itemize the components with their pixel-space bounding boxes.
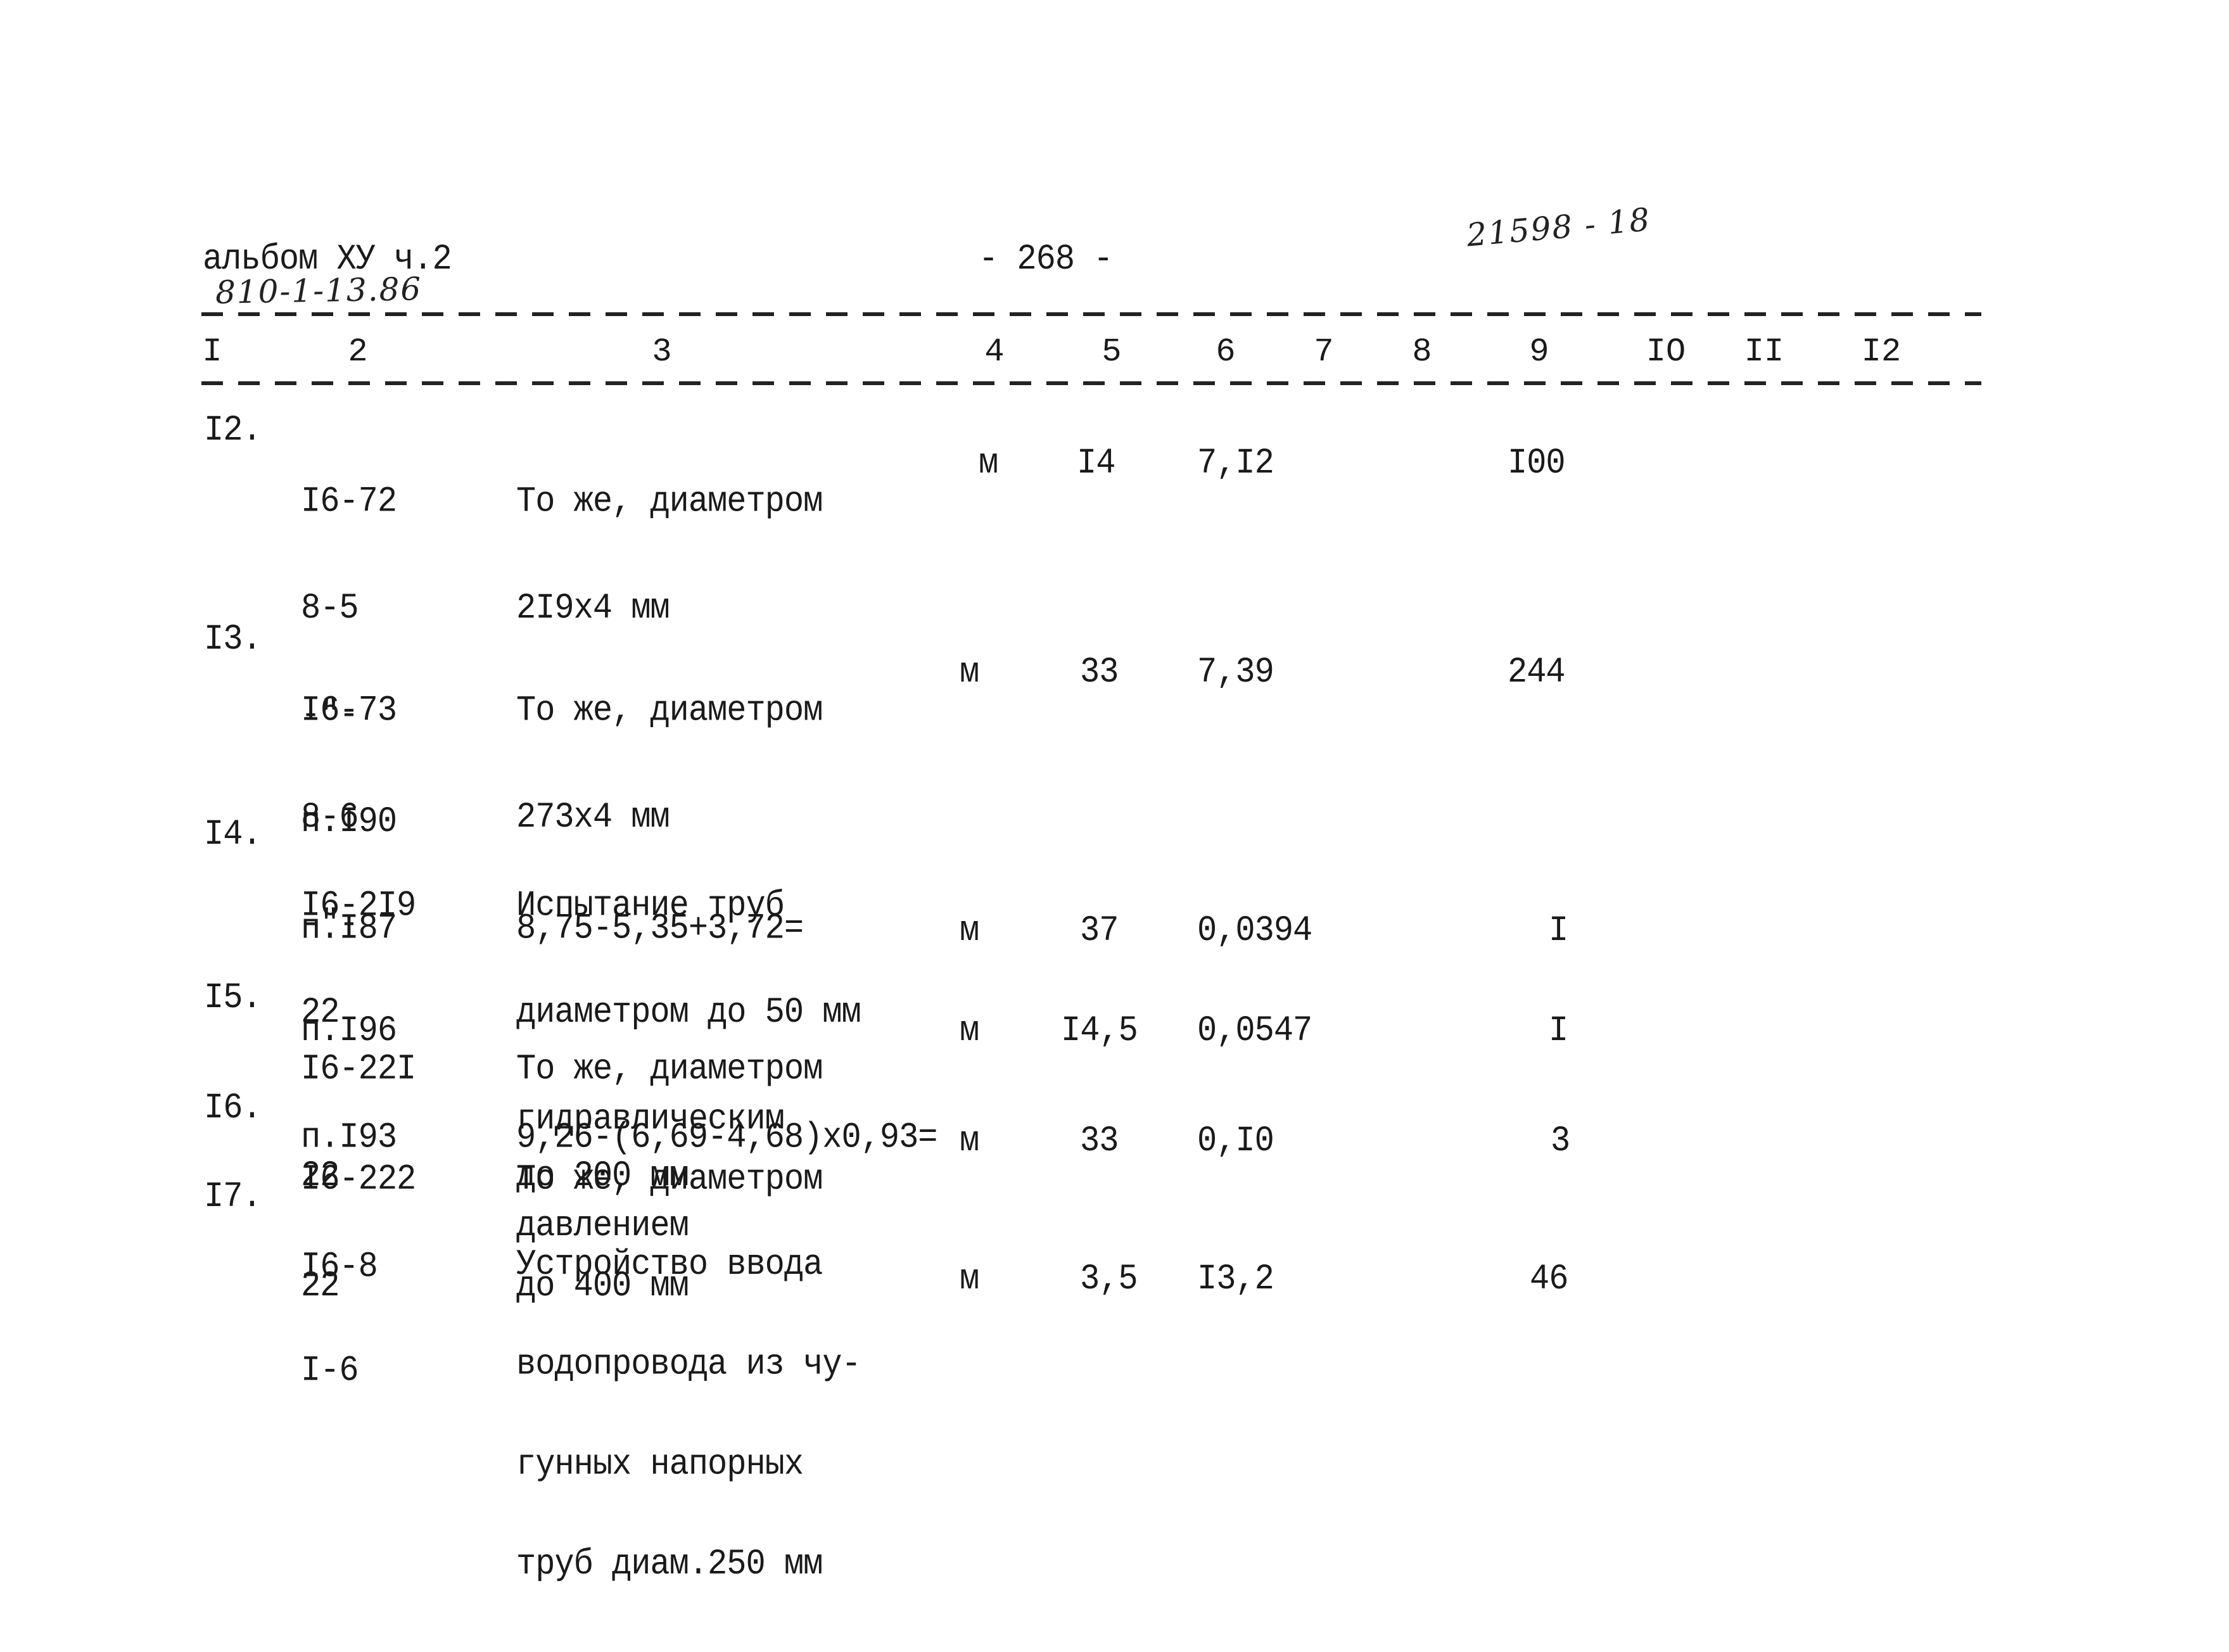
code-line: I6-2I9 bbox=[301, 886, 416, 926]
unit: м bbox=[960, 1010, 979, 1052]
column-header-5: 5 bbox=[1102, 333, 1122, 371]
total-cost: 46 bbox=[1530, 1259, 1568, 1300]
unit-price: 7,39 bbox=[1197, 652, 1274, 693]
row-number: I3. bbox=[204, 619, 262, 660]
unit-price: I3,2 bbox=[1197, 1259, 1274, 1300]
code-line: I6-72 bbox=[301, 481, 397, 522]
column-header-6: 6 bbox=[1216, 333, 1236, 371]
unit-price: 0,0394 bbox=[1197, 910, 1312, 951]
total-cost: 3 bbox=[1551, 1121, 1570, 1162]
unit: м bbox=[960, 1259, 979, 1300]
code-line: I-6 bbox=[301, 1350, 359, 1391]
total-cost: I00 bbox=[1508, 443, 1566, 484]
norm-reference: I6-8 I-6 bbox=[301, 1179, 378, 1459]
header-bottom-rule bbox=[201, 381, 1981, 385]
desc-line: Устройство ввода bbox=[516, 1244, 823, 1285]
row-number: I4. bbox=[204, 814, 262, 855]
desc-line: гунных напорных bbox=[516, 1444, 804, 1485]
desc-line: То же, диаметром bbox=[516, 1049, 823, 1090]
column-header-9: 9 bbox=[1529, 333, 1549, 371]
desc-line: То же, диаметром bbox=[516, 481, 823, 522]
unit-price: 0,I0 bbox=[1197, 1121, 1274, 1162]
quantity: 33 bbox=[1080, 652, 1119, 693]
code-line: I6-8 bbox=[301, 1246, 378, 1287]
work-description: Устройство ввода водопровода из чу- гунн… bbox=[516, 1179, 861, 1650]
row-number: I6. bbox=[204, 1088, 262, 1129]
unit: м bbox=[979, 443, 998, 484]
unit: м bbox=[960, 1121, 979, 1162]
row-number: I7. bbox=[204, 1176, 262, 1217]
desc-line: труб диам.250 мм bbox=[516, 1544, 823, 1585]
project-code-handwritten: 810-1-13.86 bbox=[215, 270, 422, 311]
unit: м bbox=[960, 910, 979, 951]
code-line: I6-73 bbox=[301, 690, 397, 731]
code-line: 8-5 bbox=[301, 588, 359, 629]
unit-price: 7,I2 bbox=[1197, 443, 1274, 484]
column-header-7: 7 bbox=[1314, 333, 1334, 371]
quantity: I4 bbox=[1077, 443, 1115, 484]
row-number: I2. bbox=[204, 410, 262, 451]
column-header-1: I bbox=[202, 333, 222, 371]
total-cost: I bbox=[1549, 910, 1568, 951]
quantity: 37 bbox=[1080, 910, 1119, 951]
unit: м bbox=[960, 652, 979, 693]
column-header-11: II bbox=[1744, 333, 1784, 371]
total-cost: I bbox=[1549, 1010, 1568, 1052]
column-header-3: 3 bbox=[652, 333, 672, 371]
quantity: 3,5 bbox=[1080, 1259, 1138, 1300]
total-cost: 244 bbox=[1508, 652, 1566, 693]
column-header-10: IO bbox=[1646, 333, 1686, 371]
column-header-12: I2 bbox=[1861, 333, 1902, 371]
column-header-8: 8 bbox=[1412, 333, 1432, 371]
desc-line: Испытание труб bbox=[516, 886, 785, 926]
quantity: 33 bbox=[1080, 1121, 1119, 1162]
code-line: I6-22I bbox=[301, 1049, 416, 1090]
page-number: - 268 - bbox=[979, 239, 1113, 280]
header-top-rule bbox=[201, 312, 1981, 316]
column-header-2: 2 bbox=[348, 333, 368, 371]
desc-line: водопровода из чу- bbox=[516, 1344, 861, 1385]
unit-price: 0,0547 bbox=[1197, 1010, 1312, 1052]
quantity: I4,5 bbox=[1061, 1010, 1138, 1052]
desc-line: То же, диаметром bbox=[516, 690, 823, 731]
desc-line: 2I9x4 мм bbox=[516, 588, 670, 629]
document-stamp-number: 21598 - 18 bbox=[1465, 201, 1653, 254]
row-number: I5. bbox=[204, 977, 262, 1019]
column-header-4: 4 bbox=[984, 333, 1005, 371]
